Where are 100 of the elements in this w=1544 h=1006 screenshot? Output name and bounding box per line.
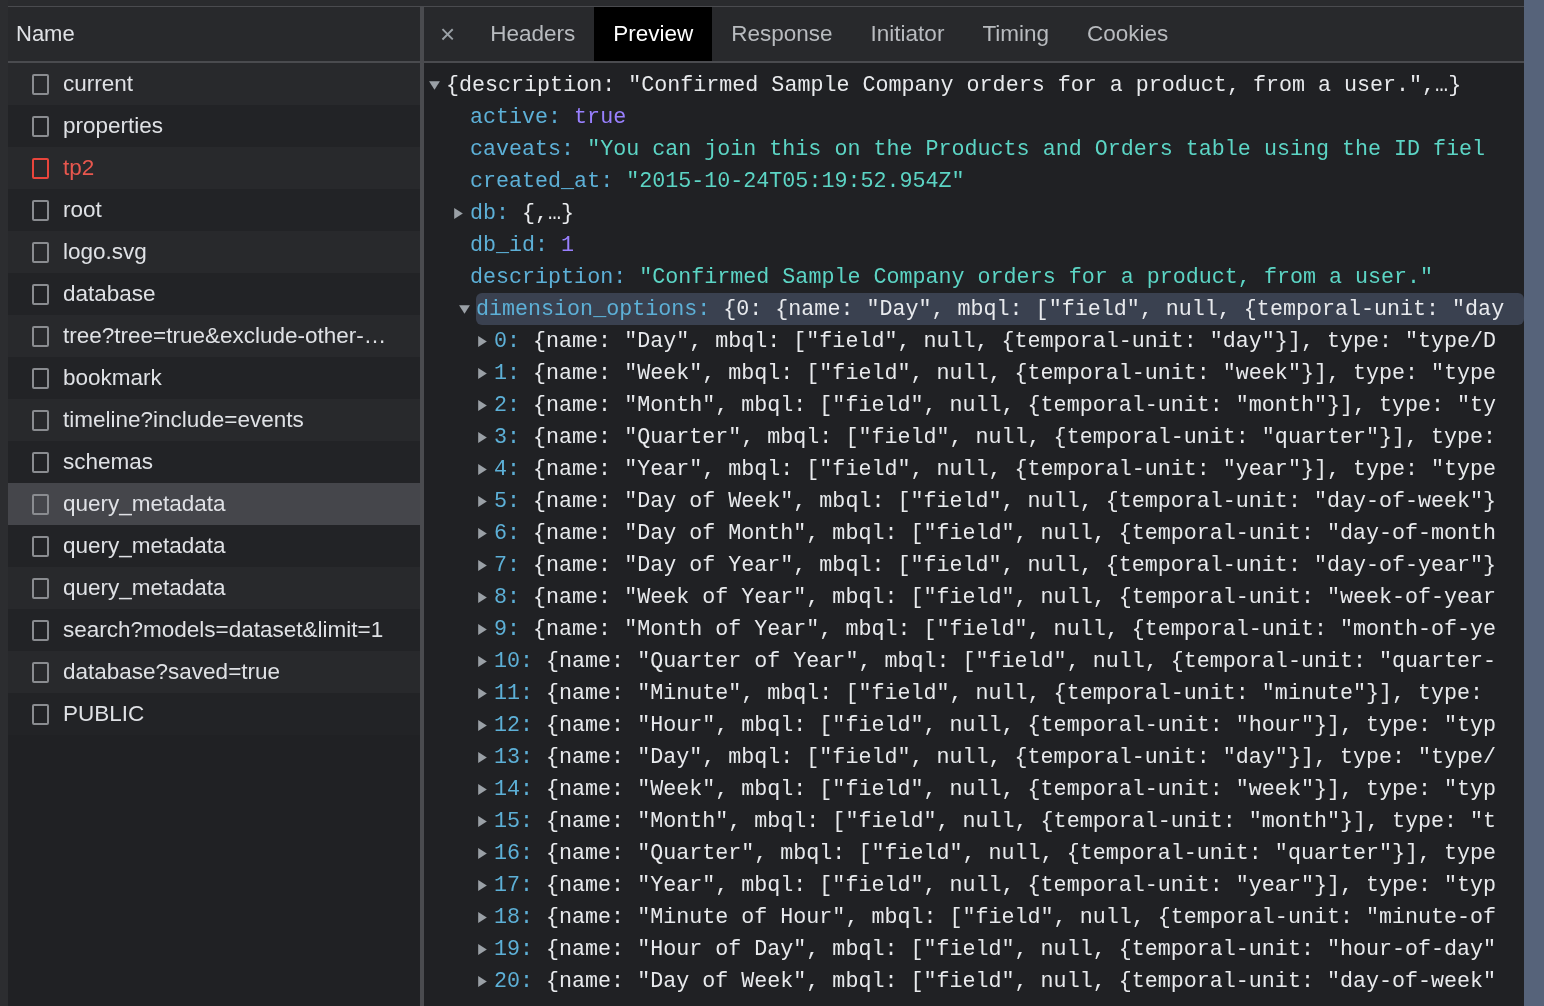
checkbox[interactable] bbox=[32, 451, 49, 473]
property-value: {name: "Year", mbql: ["field", null, {temporal-unit: "year"}], type: "typ bbox=[546, 872, 1497, 898]
disclosure-triangle-icon[interactable] bbox=[476, 718, 489, 732]
property-value: {name: "Year", mbql: ["field", null, {temporal-unit: "year"}], type: "type bbox=[533, 456, 1497, 482]
property-key: 15: bbox=[494, 808, 534, 834]
property-key: 18: bbox=[494, 904, 534, 930]
disclosure-triangle-icon[interactable] bbox=[476, 846, 489, 860]
disclosure-triangle-icon[interactable] bbox=[476, 942, 489, 956]
request-row[interactable]: tp2 bbox=[8, 147, 420, 189]
property-key: 11: bbox=[494, 680, 534, 706]
request-row[interactable]: database?saved=true bbox=[8, 651, 420, 693]
checkbox[interactable] bbox=[32, 283, 49, 305]
disclosure-triangle-icon[interactable] bbox=[476, 782, 489, 796]
checkbox[interactable] bbox=[32, 325, 49, 347]
disclosure-triangle-icon[interactable] bbox=[476, 654, 489, 668]
disclosure-triangle-icon[interactable] bbox=[452, 206, 465, 220]
property-value: {name: "Quarter", mbql: ["field", null, {temporal-unit: "quarter"}], type: bbox=[533, 424, 1497, 450]
disclosure-triangle-icon[interactable] bbox=[476, 334, 489, 348]
disclosure-triangle-icon[interactable] bbox=[476, 526, 489, 540]
property-key: dimension_options: bbox=[476, 296, 711, 322]
property-value: {name: "Week", mbql: ["field", null, {temporal-unit: "week"}], type: "typ bbox=[546, 776, 1497, 802]
disclosure-triangle-icon[interactable] bbox=[476, 366, 489, 380]
checkbox[interactable] bbox=[32, 115, 49, 137]
property-key: created_at: bbox=[470, 168, 614, 194]
property-value: {name: "Day of Month", mbql: ["field", null, {temporal-unit: "day-of-month bbox=[533, 520, 1497, 546]
property-value: "Confirmed Sample Company orders for a product, from a user." bbox=[639, 264, 1434, 290]
property-key: 12: bbox=[494, 712, 534, 738]
disclosure-triangle-icon[interactable] bbox=[476, 814, 489, 828]
disclosure-triangle-icon[interactable] bbox=[476, 430, 489, 444]
tab[interactable]: Preview bbox=[594, 7, 713, 61]
request-row[interactable]: logo.svg bbox=[8, 231, 420, 273]
tab[interactable]: Cookies bbox=[1068, 7, 1188, 61]
disclosure-triangle-icon[interactable] bbox=[458, 302, 471, 316]
checkbox[interactable] bbox=[32, 703, 49, 725]
property-value: {name: "Month", mbql: ["field", null, {temporal-unit: "month"}], type: "ty bbox=[533, 392, 1497, 418]
property-value: {name: "Day", mbql: ["field", null, {temporal-unit: "day"}], type: "type/ bbox=[546, 744, 1497, 770]
disclosure-triangle-icon[interactable] bbox=[476, 686, 489, 700]
property-key: db: bbox=[470, 200, 510, 226]
checkbox[interactable] bbox=[32, 199, 49, 221]
property-key: 4: bbox=[494, 456, 521, 482]
disclosure-triangle-icon[interactable] bbox=[476, 910, 489, 924]
checkbox[interactable] bbox=[32, 661, 49, 683]
property-key: 16: bbox=[494, 840, 534, 866]
disclosure-triangle-icon[interactable] bbox=[476, 494, 489, 508]
property-value: {name: "Day of Week", mbql: ["field", null, {temporal-unit: "day-of-week" bbox=[546, 968, 1497, 994]
tab[interactable]: Response bbox=[712, 7, 852, 61]
checkbox[interactable] bbox=[32, 535, 49, 557]
request-row[interactable]: query_metadata bbox=[8, 483, 420, 525]
request-row[interactable]: tree?tree=true&exclude-other-… bbox=[8, 315, 420, 357]
property-key: 1: bbox=[494, 360, 521, 386]
property-value: {name: "Week", mbql: ["field", null, {temporal-unit: "week"}], type: "type bbox=[533, 360, 1497, 386]
disclosure-triangle-icon[interactable] bbox=[476, 398, 489, 412]
property-key: 0: bbox=[494, 328, 521, 354]
column-header[interactable]: Name bbox=[8, 7, 420, 63]
disclosure-triangle-icon[interactable] bbox=[476, 750, 489, 764]
request-row[interactable]: query_metadata bbox=[8, 567, 420, 609]
disclosure-triangle-icon[interactable] bbox=[476, 462, 489, 476]
property-key: 8: bbox=[494, 584, 521, 610]
disclosure-triangle-icon[interactable] bbox=[428, 78, 441, 92]
property-key: 10: bbox=[494, 648, 534, 674]
object-summary: {description: "Confirmed Sample Company orders for a product, from a user.",…} bbox=[446, 72, 1462, 98]
property-value: true bbox=[574, 104, 627, 130]
property-value: {,…} bbox=[522, 200, 575, 226]
property-key: 3: bbox=[494, 424, 521, 450]
property-value: {name: "Quarter of Year", mbql: ["field", null, {temporal-unit: "quarter- bbox=[546, 648, 1497, 674]
property-key: 20: bbox=[494, 968, 534, 994]
property-value: {0: {name: "Day", mbql: ["field", null, {temporal-unit: "day bbox=[723, 296, 1505, 322]
property-key: 2: bbox=[494, 392, 521, 418]
property-value: {name: "Day of Week", mbql: ["field", null, {temporal-unit: "day-of-week"} bbox=[533, 488, 1497, 514]
property-value: {name: "Month of Year", mbql: ["field", null, {temporal-unit: "month-of-ye bbox=[533, 616, 1497, 642]
property-key: 5: bbox=[494, 488, 521, 514]
disclosure-triangle-icon[interactable] bbox=[476, 622, 489, 636]
checkbox[interactable] bbox=[32, 577, 49, 599]
property-value: {name: "Month", mbql: ["field", null, {temporal-unit: "month"}], type: "t bbox=[546, 808, 1497, 834]
property-key: 19: bbox=[494, 936, 534, 962]
close-button[interactable]: × bbox=[424, 7, 472, 61]
request-row[interactable]: current bbox=[8, 63, 420, 105]
property-value: "You can join this on the Products and Orders table using the ID fiel bbox=[587, 136, 1486, 162]
checkbox[interactable] bbox=[32, 241, 49, 263]
checkbox[interactable] bbox=[32, 619, 49, 641]
property-value: {name: "Minute", mbql: ["field", null, {temporal-unit: "minute"}], type: bbox=[546, 680, 1484, 706]
property-key: 17: bbox=[494, 872, 534, 898]
property-value: {name: "Hour", mbql: ["field", null, {temporal-unit: "hour"}], type: "typ bbox=[546, 712, 1497, 738]
disclosure-triangle-icon[interactable] bbox=[476, 878, 489, 892]
checkbox[interactable] bbox=[32, 493, 49, 515]
disclosure-triangle-icon[interactable] bbox=[476, 974, 489, 988]
checkbox[interactable] bbox=[32, 367, 49, 389]
property-value: "2015-10-24T05:19:52.954Z" bbox=[626, 168, 965, 194]
property-value: 1 bbox=[561, 232, 575, 258]
tab[interactable]: Headers bbox=[471, 7, 595, 61]
disclosure-triangle-icon[interactable] bbox=[476, 590, 489, 604]
disclosure-triangle-icon[interactable] bbox=[476, 558, 489, 572]
checkbox[interactable] bbox=[32, 157, 49, 179]
property-key: 14: bbox=[494, 776, 534, 802]
tab[interactable]: Initiator bbox=[851, 7, 964, 61]
tab[interactable]: Timing bbox=[963, 7, 1069, 61]
property-value: {name: "Day", mbql: ["field", null, {temporal-unit: "day"}], type: "type/D bbox=[533, 328, 1497, 354]
request-row[interactable]: timeline?include=events bbox=[8, 399, 420, 441]
checkbox[interactable] bbox=[32, 409, 49, 431]
checkbox[interactable] bbox=[32, 73, 49, 95]
